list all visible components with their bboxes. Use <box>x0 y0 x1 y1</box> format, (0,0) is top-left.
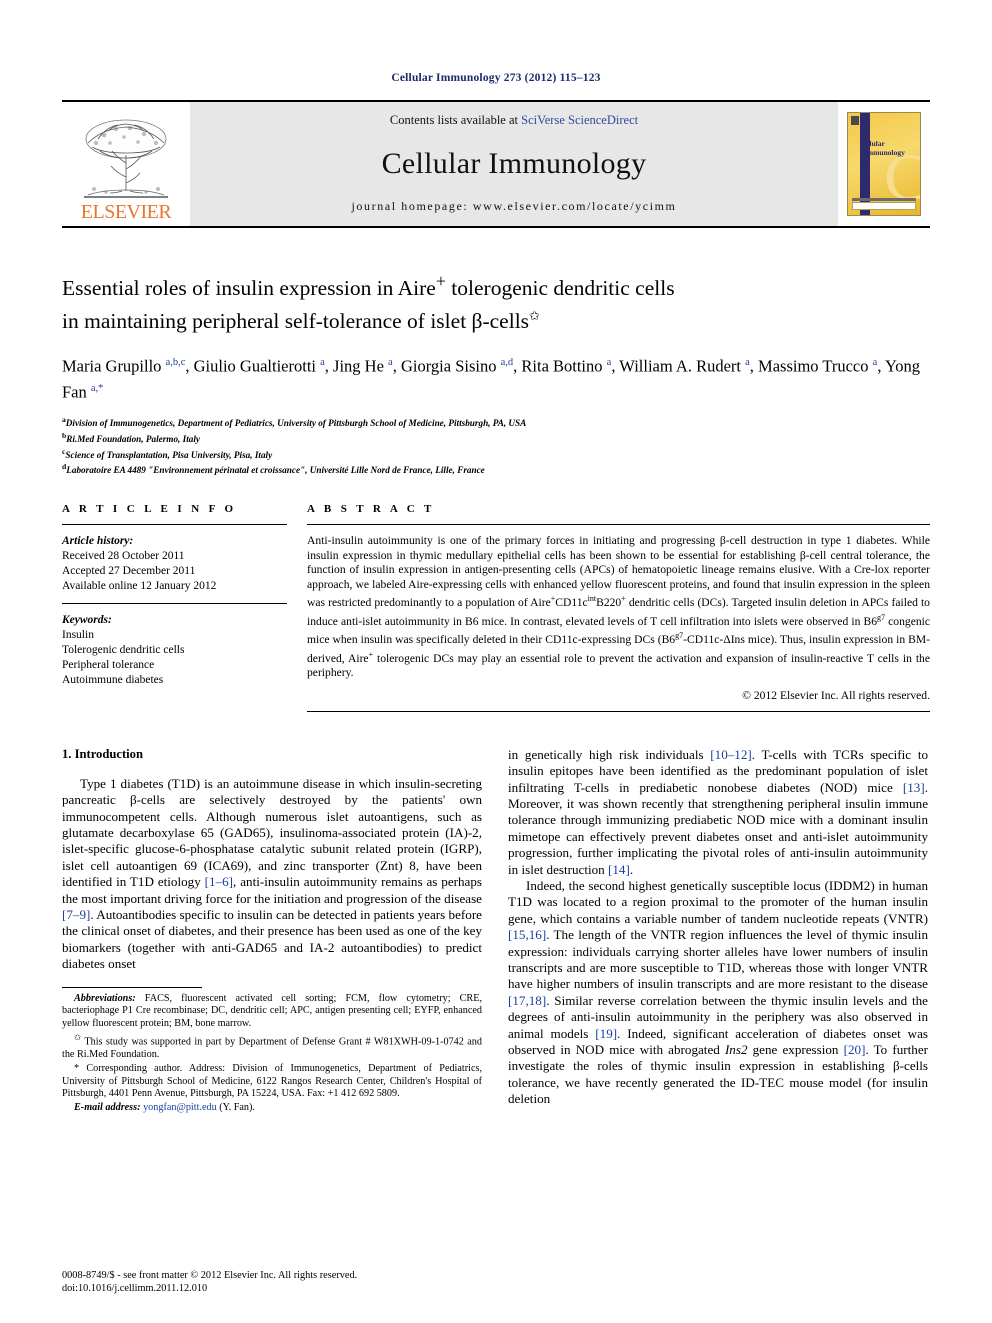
affiliation-text: Laboratoire EA 4489 "Environnement périn… <box>66 465 485 476</box>
cover-title: ellular Immunology <box>864 139 917 157</box>
intro-paragraph-right-1: in genetically high risk individuals [10… <box>508 746 929 877</box>
journal-cover-thumbnail: C ellular Immunology <box>838 102 930 226</box>
body-two-column: 1. Introduction Type 1 diabetes (T1D) is… <box>62 747 930 1116</box>
issn-copyright-line: 0008-8749/$ - see front matter © 2012 El… <box>62 1270 358 1281</box>
info-abstract-row: A R T I C L E I N F O Article history: R… <box>62 503 930 721</box>
abstract-heading: A B S T R A C T <box>307 502 435 515</box>
contents-prefix: Contents lists available at <box>389 113 522 127</box>
page-footer: 0008-8749/$ - see front matter © 2012 El… <box>62 1269 930 1295</box>
footnote-email: E-mail address: yongfan@pitt.edu (Y. Fan… <box>74 1101 255 1113</box>
history-received: Received 28 October 2011 <box>62 549 185 562</box>
footnote-corresponding-author: * Corresponding author. Address: Divisio… <box>62 1062 482 1100</box>
abstract-bottom-rule <box>307 710 930 712</box>
title-footnote-star-icon: ✩ <box>529 308 540 324</box>
abstract-copyright: © 2012 Elsevier Inc. All rights reserved… <box>742 688 930 702</box>
affiliation-d: dLaboratoire EA 4489 "Environnement péri… <box>62 461 930 477</box>
affiliation-text: Division of Immunogenetics, Department o… <box>65 418 527 429</box>
keyword-item: Tolerogenic dendritic cells <box>62 643 185 656</box>
journal-banner: ELSEVIER Contents lists available at Sci… <box>62 100 930 228</box>
running-head: Cellular Immunology 273 (2012) 115–123 <box>391 72 601 84</box>
cover-elsevier-mark-icon <box>851 116 859 125</box>
title-superscript-plus: + <box>435 271 446 291</box>
journal-title: Cellular Immunology <box>381 146 647 180</box>
article-info-heading: A R T I C L E I N F O <box>62 502 237 515</box>
cover-title-line1: ellular <box>864 139 885 148</box>
title-line1b: tolerogenic dendritic cells <box>445 276 675 301</box>
cover-title-line2: Immunology <box>864 148 905 157</box>
article-info-rule <box>62 523 287 525</box>
keyword-item: Insulin <box>62 628 94 641</box>
abstract-rule <box>307 523 930 525</box>
keywords-rule <box>62 602 287 604</box>
history-accepted: Accepted 27 December 2011 <box>62 564 196 577</box>
cover-divider <box>852 198 916 201</box>
author-list: Maria Grupillo a,b,c, Giulio Gualtierott… <box>62 356 920 402</box>
section-heading-introduction: 1. Introduction <box>62 746 143 761</box>
affiliations: aDivision of Immunogenetics, Department … <box>62 414 930 477</box>
cover-footer-bar <box>852 202 916 210</box>
page-title: Essential roles of insulin expression in… <box>62 268 930 335</box>
title-line1: Essential roles of insulin expression in… <box>62 276 436 301</box>
affiliation-text: Ri.Med Foundation, Palermo, Italy <box>66 434 200 445</box>
footnote-abbreviations: Abbreviations: FACS, fluorescent activat… <box>62 992 482 1029</box>
banner-center: Contents lists available at SciVerse Sci… <box>190 102 838 226</box>
keyword-item: Peripheral tolerance <box>62 658 155 671</box>
history-available-online: Available online 12 January 2012 <box>62 579 217 592</box>
cover-art: C ellular Immunology <box>847 112 921 216</box>
keyword-item: Autoimmune diabetes <box>62 673 164 686</box>
title-line2: in maintaining peripheral self-tolerance… <box>62 309 530 334</box>
footnote-grant: ✩ This study was supported in part by De… <box>62 1032 482 1061</box>
doi-line[interactable]: doi:10.1016/j.cellimm.2011.12.010 <box>62 1282 930 1295</box>
intro-paragraph-left: Type 1 diabetes (T1D) is an autoimmune d… <box>62 775 483 972</box>
article-history-label: Article history: <box>62 534 134 547</box>
affiliation-b: bRi.Med Foundation, Palermo, Italy <box>62 430 930 446</box>
abstract-column: A B S T R A C T Anti-insulin autoimmunit… <box>305 503 930 721</box>
affiliation-c: cScience of Transplantation, Pisa Univer… <box>62 446 930 462</box>
contents-available-line: Contents lists available at SciVerse Sci… <box>390 113 638 128</box>
keywords-label: Keywords: <box>62 613 112 626</box>
affiliation-a: aDivision of Immunogenetics, Department … <box>62 414 930 430</box>
sciencedirect-link[interactable]: SciVerse ScienceDirect <box>521 113 638 127</box>
journal-homepage[interactable]: journal homepage: www.elsevier.com/locat… <box>351 199 676 214</box>
affiliation-text: Science of Transplantation, Pisa Univers… <box>65 449 273 460</box>
elsevier-tree-icon <box>84 119 168 198</box>
article-info-column: A R T I C L E I N F O Article history: R… <box>62 503 305 721</box>
elsevier-wordmark: ELSEVIER <box>80 201 172 223</box>
intro-paragraph-right-2: Indeed, the second highest genetically s… <box>508 877 928 1107</box>
body-left-column: 1. Introduction Type 1 diabetes (T1D) is… <box>62 747 482 1116</box>
title-block: Essential roles of insulin expression in… <box>62 228 930 477</box>
paper-page: Cellular Immunology 273 (2012) 115–123 E… <box>0 0 992 1323</box>
body-right-column: in genetically high risk individuals [10… <box>508 747 928 1116</box>
footnotes-block: Abbreviations: FACS, fluorescent activat… <box>62 986 482 1115</box>
footnote-rule <box>62 986 202 988</box>
abstract-text: Anti-insulin autoimmunity is one of the … <box>307 533 931 680</box>
elsevier-logo: ELSEVIER <box>62 102 190 226</box>
